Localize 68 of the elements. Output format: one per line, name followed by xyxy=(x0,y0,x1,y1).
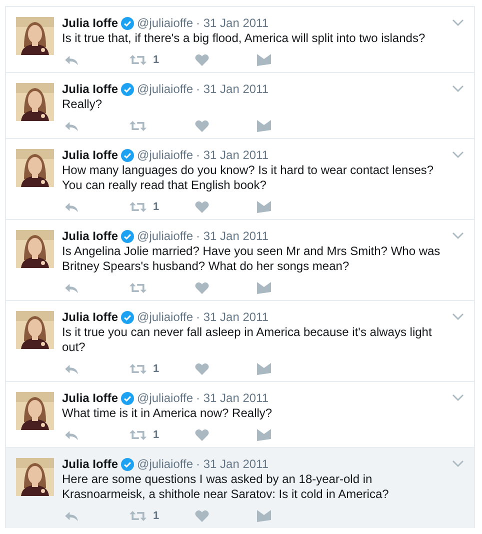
retweet-count: 1 xyxy=(153,54,160,66)
reply-icon[interactable] xyxy=(64,430,79,440)
retweet-count: 1 xyxy=(153,510,160,522)
user-handle[interactable]: @juliaioffe xyxy=(137,390,194,406)
user-name[interactable]: Julia Ioffe xyxy=(62,147,118,163)
user-handle[interactable]: @juliaioffe xyxy=(137,81,194,97)
heart-icon[interactable] xyxy=(195,201,209,213)
user-handle[interactable]: @juliaioffe xyxy=(137,309,194,325)
tweet-date[interactable]: · 31 Jan 2011 xyxy=(196,81,269,97)
retweet-icon[interactable] xyxy=(129,201,147,213)
retweet-icon[interactable] xyxy=(129,282,147,294)
tweet-text: Here are some questions I was asked by an 18-year-old in Krasnoarmeisk, a shithole near Saratov: Is it cold in America? xyxy=(62,472,390,502)
caret-icon[interactable] xyxy=(452,460,464,467)
caret-icon[interactable] xyxy=(452,313,464,320)
user-name[interactable]: Julia Ioffe xyxy=(62,81,118,97)
tweet-text: Is it true that, if there's a big flood, America will split into two islands? xyxy=(62,31,426,46)
reply-icon[interactable] xyxy=(64,510,79,522)
heart-icon[interactable] xyxy=(195,282,209,294)
tweet-date[interactable]: · 31 Jan 2011 xyxy=(196,15,269,31)
heart-icon[interactable] xyxy=(195,510,209,522)
retweet-icon[interactable] xyxy=(129,429,147,441)
tweet-text: What time is it in America now? Really? xyxy=(62,406,274,421)
heart-icon[interactable] xyxy=(195,54,209,66)
caret-icon[interactable] xyxy=(452,85,464,92)
user-handle[interactable]: @juliaioffe xyxy=(137,15,194,31)
envelope-icon[interactable] xyxy=(257,120,271,132)
envelope-icon[interactable] xyxy=(257,282,271,294)
tweet-date[interactable]: · 31 Jan 2011 xyxy=(196,390,269,406)
envelope-icon[interactable] xyxy=(257,510,271,522)
retweet-count: 1 xyxy=(153,363,160,375)
caret-icon[interactable] xyxy=(452,232,464,239)
user-name[interactable]: Julia Ioffe xyxy=(62,228,118,244)
tweet-text: Is it true you can never fall asleep in America because it's always light out? xyxy=(62,325,433,355)
envelope-icon[interactable] xyxy=(257,201,271,213)
reply-icon[interactable] xyxy=(64,202,79,212)
user-handle[interactable]: @juliaioffe xyxy=(137,456,194,472)
tweet-date[interactable]: · 31 Jan 2011 xyxy=(196,228,269,244)
retweet-icon[interactable] xyxy=(129,363,147,375)
envelope-icon[interactable] xyxy=(257,363,271,375)
retweet-icon[interactable] xyxy=(129,510,147,522)
tweet-date[interactable]: · 31 Jan 2011 xyxy=(196,147,269,163)
heart-icon[interactable] xyxy=(195,120,209,132)
envelope-icon[interactable] xyxy=(257,54,271,66)
retweet-icon[interactable] xyxy=(129,54,147,66)
user-name[interactable]: Julia Ioffe xyxy=(62,15,118,31)
tweet-date[interactable]: · 31 Jan 2011 xyxy=(196,309,269,325)
caret-icon[interactable] xyxy=(452,19,464,26)
caret-icon[interactable] xyxy=(452,151,464,158)
reply-icon[interactable] xyxy=(64,120,79,132)
user-handle[interactable]: @juliaioffe xyxy=(137,147,194,163)
retweet-count: 1 xyxy=(153,429,160,441)
user-name[interactable]: Julia Ioffe xyxy=(62,390,118,406)
heart-icon[interactable] xyxy=(195,363,209,375)
heart-icon[interactable] xyxy=(195,429,209,441)
retweet-icon[interactable] xyxy=(129,120,147,132)
tweet-text: How many languages do you know? Is it hard to wear contact lenses? You can really read that English book? xyxy=(62,163,435,193)
reply-icon[interactable] xyxy=(64,282,79,294)
user-name[interactable]: Julia Ioffe xyxy=(62,456,118,472)
caret-icon[interactable] xyxy=(452,394,464,401)
envelope-icon[interactable] xyxy=(257,429,271,441)
user-name[interactable]: Julia Ioffe xyxy=(62,309,118,325)
retweet-count: 1 xyxy=(153,201,160,213)
user-handle[interactable]: @juliaioffe xyxy=(137,228,194,244)
tweet-date[interactable]: · 31 Jan 2011 xyxy=(196,456,269,472)
tweet-text: Is Angelina Jolie married? Have you seen Mr and Mrs Smith? Who was Britney Spears's husband? What do her songs mean? xyxy=(62,244,442,274)
tweet-text: Really? xyxy=(62,97,104,112)
reply-icon[interactable] xyxy=(64,54,79,66)
reply-icon[interactable] xyxy=(64,364,79,374)
